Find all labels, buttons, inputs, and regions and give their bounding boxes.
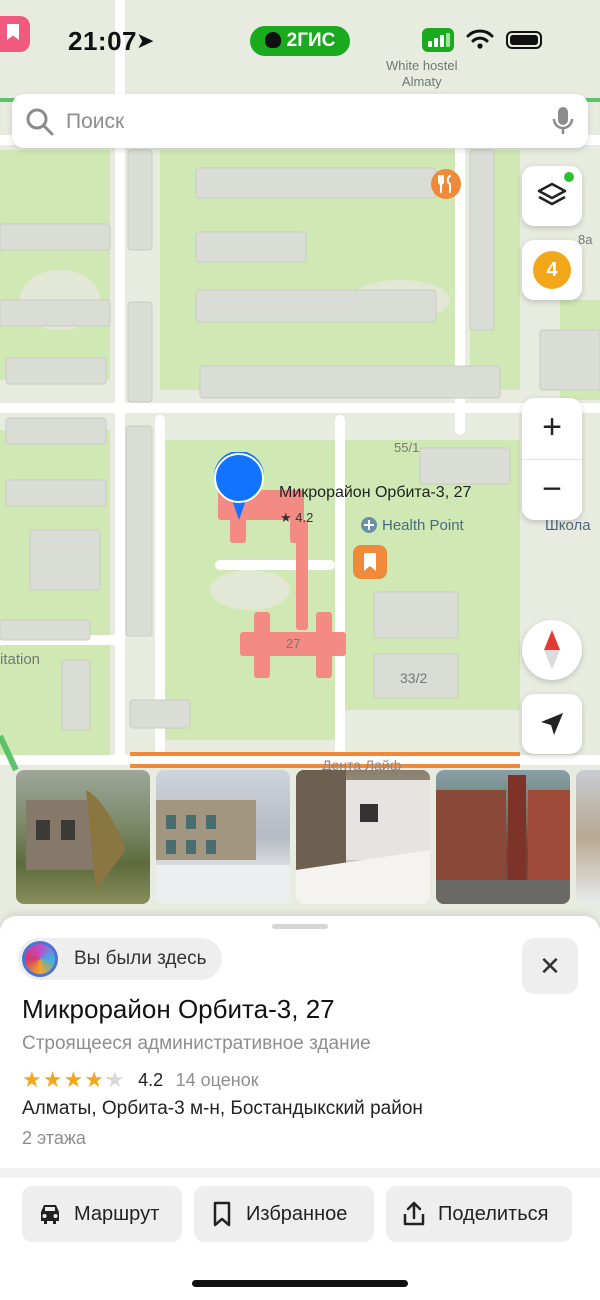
place-category: Строящееся административное здание bbox=[22, 1033, 371, 1054]
zoom-control: + − bbox=[522, 398, 582, 520]
place-floors: 2 этажа bbox=[22, 1128, 86, 1148]
health-icon bbox=[361, 517, 377, 533]
close-icon: ✕ bbox=[539, 951, 561, 981]
star-icon: ★ bbox=[63, 1067, 85, 1092]
layers-icon bbox=[537, 182, 567, 206]
status-time: 21:07 bbox=[68, 26, 137, 56]
star-icon: ★ bbox=[84, 1067, 105, 1092]
microphone-icon[interactable] bbox=[552, 106, 574, 136]
bookmarks-corner-icon[interactable] bbox=[0, 16, 30, 52]
selected-place-pin-icon[interactable] bbox=[212, 452, 266, 522]
traffic-button[interactable]: 4 bbox=[522, 240, 582, 300]
layers-indicator-dot bbox=[564, 172, 574, 182]
compass-button[interactable] bbox=[522, 620, 582, 680]
building-number-27: 27 bbox=[286, 636, 301, 651]
place-photo-1[interactable] bbox=[16, 770, 150, 904]
place-rating[interactable]: ★★★★★ 4.2 14 оценок bbox=[22, 1067, 259, 1093]
visited-badge[interactable]: Вы были здесь bbox=[18, 938, 223, 980]
selected-place-map-rating: ★ 4.2 bbox=[280, 510, 314, 525]
hostel-map-label[interactable]: White hostel Almaty bbox=[386, 58, 458, 90]
hostel-label: White hostel Almaty bbox=[386, 58, 458, 89]
zoom-in-button[interactable]: + bbox=[522, 398, 582, 459]
zoom-out-button[interactable]: − bbox=[522, 460, 582, 521]
selected-place-map-label[interactable]: Микрорайон Орбита-3, 27 bbox=[279, 484, 471, 502]
building-number-55-1: 55/1 bbox=[394, 440, 420, 455]
rating-count[interactable]: 14 оценок bbox=[176, 1070, 259, 1091]
car-icon bbox=[41, 1205, 59, 1224]
map-layers-button[interactable] bbox=[522, 166, 582, 226]
bookmark-icon bbox=[213, 1201, 231, 1227]
sheet-drag-handle[interactable] bbox=[272, 924, 328, 929]
star-icon: ★ bbox=[22, 1067, 43, 1092]
traffic-level-badge: 4 bbox=[533, 251, 571, 289]
action-bar: Маршрут Избранное Поделиться bbox=[0, 1186, 600, 1242]
status-bar: 21:07 ➤ 2ГИС White hostel Almaty bbox=[0, 0, 600, 89]
place-photo-5[interactable] bbox=[576, 770, 600, 904]
place-photo-4[interactable] bbox=[436, 770, 570, 904]
visited-label: Вы были здесь bbox=[74, 948, 207, 969]
building-number-33-2: 33/2 bbox=[400, 670, 428, 686]
star-icon: ★ bbox=[104, 1067, 126, 1092]
cellular-signal-icon bbox=[422, 28, 454, 52]
compass-icon bbox=[544, 630, 560, 670]
photo-strip[interactable] bbox=[16, 770, 600, 904]
search-icon bbox=[26, 108, 54, 136]
place-photo-2[interactable] bbox=[156, 770, 290, 904]
location-arrow-icon: ➤ bbox=[136, 28, 155, 53]
navigation-arrow-icon bbox=[541, 713, 563, 735]
goose-icon bbox=[264, 32, 281, 48]
share-icon bbox=[403, 1201, 425, 1226]
health-point-label[interactable]: Health Point bbox=[382, 517, 464, 534]
edge-street-label: itation bbox=[0, 651, 41, 668]
avatar bbox=[22, 941, 58, 977]
star-icon: ★ bbox=[42, 1067, 64, 1092]
battery-icon bbox=[506, 31, 542, 49]
brand-badge[interactable]: 2ГИС bbox=[250, 26, 350, 56]
place-photo-3[interactable] bbox=[296, 770, 430, 904]
saved-bookmark-marker-icon[interactable] bbox=[352, 544, 388, 580]
my-location-button[interactable] bbox=[522, 694, 582, 754]
route-button[interactable]: Маршрут bbox=[22, 1186, 182, 1242]
close-button[interactable]: ✕ bbox=[522, 938, 578, 994]
rating-stars-icon: ★★★★★ bbox=[22, 1067, 126, 1093]
divider bbox=[0, 1168, 600, 1178]
place-address[interactable]: Алматы, Орбита-3 м-н, Бостандыкский райо… bbox=[22, 1098, 423, 1120]
search-input[interactable] bbox=[64, 104, 528, 140]
place-card: Вы были здесь ✕ Микрорайон Орбита-3, 27 … bbox=[0, 916, 600, 1300]
home-indicator[interactable] bbox=[192, 1280, 408, 1287]
brand-label: 2ГИС bbox=[286, 30, 336, 51]
route-label: Маршрут bbox=[74, 1203, 160, 1225]
share-label: Поделиться bbox=[438, 1203, 549, 1225]
place-title: Микрорайон Орбита-3, 27 bbox=[22, 994, 335, 1024]
share-button[interactable]: Поделиться bbox=[386, 1186, 572, 1242]
favorites-button[interactable]: Избранное bbox=[194, 1186, 374, 1242]
wifi-icon bbox=[466, 29, 494, 49]
favorites-label: Избранное bbox=[246, 1203, 348, 1225]
search-bar[interactable] bbox=[12, 94, 588, 148]
restaurant-icon[interactable] bbox=[430, 168, 462, 200]
rating-value: 4.2 bbox=[138, 1069, 164, 1090]
